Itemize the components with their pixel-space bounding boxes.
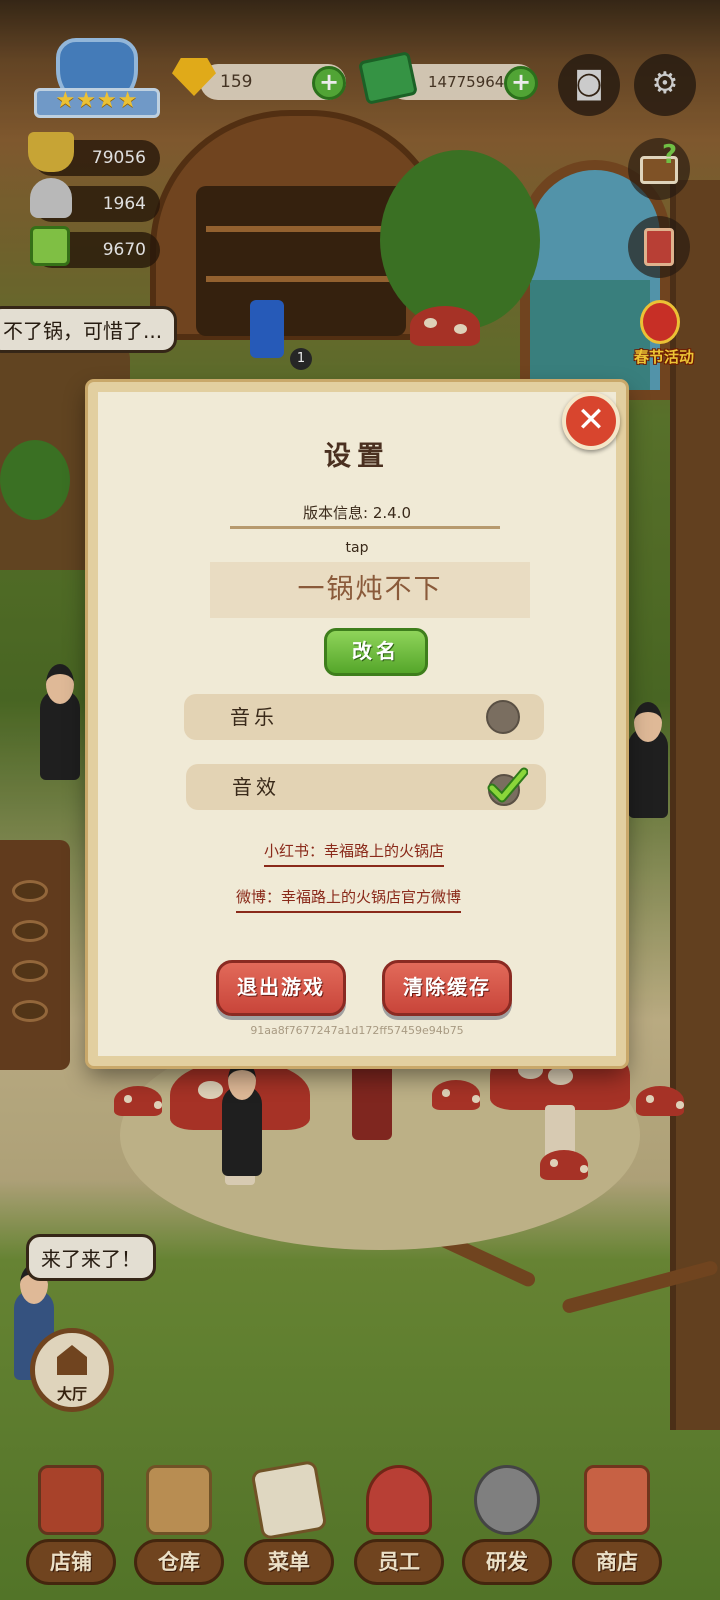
close-button[interactable]: ✕ [562, 392, 620, 450]
exit-game-button[interactable]: 退出游戏 [216, 960, 346, 1016]
rename-button[interactable]: 改名 [324, 628, 428, 676]
clear-cache-button[interactable]: 清除缓存 [382, 960, 512, 1016]
sfx-toggle-row[interactable]: 音效 [186, 764, 546, 810]
version-info: 版本信息: 2.4.0 [303, 504, 411, 522]
music-toggle-off-icon[interactable] [486, 700, 520, 734]
sfx-label: 音效 [232, 775, 280, 799]
dialog-title: 设置 [324, 441, 390, 472]
player-id: tap [345, 540, 369, 556]
settings-dialog: 设置 版本信息: 2.4.0 tap 一锅炖不下 改名 音乐 音效 小红书：幸福… [88, 382, 626, 1066]
weibo-link[interactable]: 微博：幸福路上的火锅店官方微博 [236, 886, 462, 913]
checkmark-icon[interactable] [486, 766, 528, 808]
music-label: 音乐 [230, 705, 278, 729]
xiaohongshu-link[interactable]: 小红书：幸福路上的火锅店 [264, 840, 445, 867]
player-name-field[interactable]: 一锅炖不下 [210, 562, 530, 618]
device-hash: 91aa8f7677247a1d172ff57459e94b75 [250, 1024, 464, 1037]
divider [230, 526, 500, 529]
music-toggle-row[interactable]: 音乐 [184, 694, 544, 740]
close-icon: ✕ [576, 400, 606, 440]
